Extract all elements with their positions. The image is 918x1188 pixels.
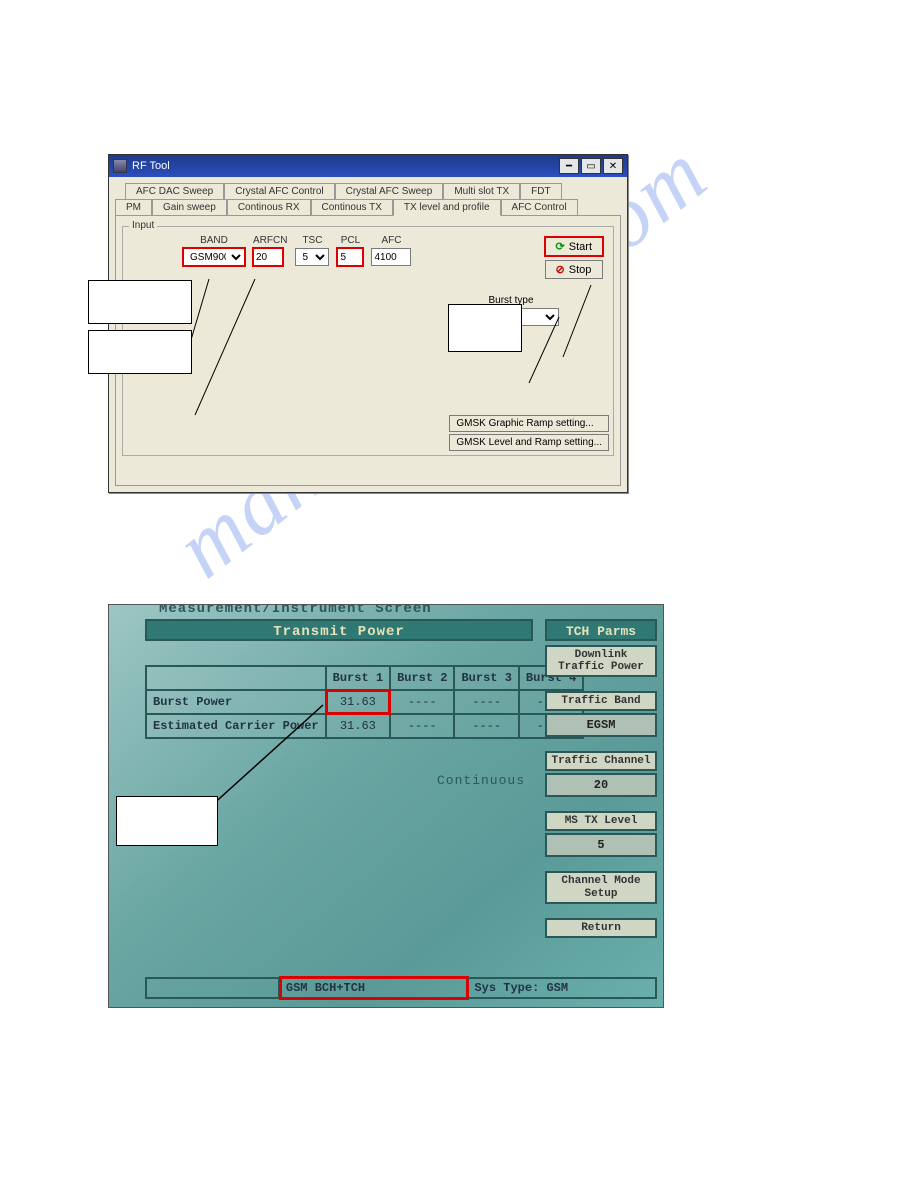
softkey-ms-tx-level[interactable]: MS TX Level <box>545 811 657 831</box>
callout-box-1 <box>88 280 192 324</box>
tab-pm[interactable]: PM <box>115 199 152 215</box>
afc-input[interactable] <box>371 248 411 266</box>
est-carrier-b2: ---- <box>390 714 454 738</box>
burst-power-b2: ---- <box>390 690 454 714</box>
screen-header: Measurement/Instrument Screen <box>159 604 432 617</box>
est-carrier-b1: 31.63 <box>326 714 390 738</box>
label-arfcn: ARFCN <box>253 235 287 246</box>
softkey-channel-mode-setup[interactable]: Channel Mode Setup <box>545 871 657 903</box>
status-cell-empty <box>145 977 280 999</box>
col-burst3: Burst 3 <box>454 666 518 690</box>
tab-multi-slot-tx[interactable]: Multi slot TX <box>443 183 520 199</box>
status-bar: GSM BCH+TCH Sys Type: GSM <box>145 977 657 999</box>
callout-box-2 <box>88 330 192 374</box>
callout-box-3 <box>448 304 522 352</box>
field-band: BAND GSM900 <box>183 235 245 266</box>
field-pcl: PCL <box>337 235 363 266</box>
stop-icon: ⊘ <box>556 263 565 276</box>
traffic-channel-value: 20 <box>545 773 657 797</box>
table-row: Burst Power 31.63 ---- ---- ---- <box>146 690 583 714</box>
softkey-return[interactable]: Return <box>545 918 657 938</box>
pcl-input[interactable] <box>337 248 363 266</box>
gmsk-level-ramp-button[interactable]: GMSK Level and Ramp setting... <box>449 434 609 451</box>
tsc-select[interactable]: 5 <box>295 248 329 266</box>
tab-fdt[interactable]: FDT <box>520 183 561 199</box>
label-pcl: PCL <box>337 235 363 246</box>
tab-afc-dac-sweep[interactable]: AFC DAC Sweep <box>125 183 224 199</box>
tab-tx-level-profile[interactable]: TX level and profile <box>393 199 501 216</box>
tab-afc-control[interactable]: AFC Control <box>501 199 578 215</box>
burst-power-b3: ---- <box>454 690 518 714</box>
tab-gain-sweep[interactable]: Gain sweep <box>152 199 227 215</box>
transmit-power-table: Burst 1 Burst 2 Burst 3 Burst 4 Burst Po… <box>145 665 584 739</box>
softkey-traffic-channel[interactable]: Traffic Channel <box>545 751 657 771</box>
tab-crystal-afc-control[interactable]: Crystal AFC Control <box>224 183 334 199</box>
panel-title: Transmit Power <box>145 619 533 641</box>
groupbox-input-title: Input <box>129 220 157 231</box>
table-row: Estimated Carrier Power 31.63 ---- ---- … <box>146 714 583 738</box>
row-burst-power-name: Burst Power <box>146 690 326 714</box>
start-button[interactable]: ⟳ Start <box>545 237 603 256</box>
softkey-dl-traffic-power[interactable]: Downlink Traffic Power <box>545 645 657 677</box>
minimize-button[interactable]: ━ <box>559 158 579 174</box>
field-afc: AFC <box>371 235 411 266</box>
burst-power-b1: 31.63 <box>326 690 390 714</box>
tab-crystal-afc-sweep[interactable]: Crystal AFC Sweep <box>335 183 444 199</box>
softkey-traffic-band[interactable]: Traffic Band <box>545 691 657 711</box>
ms-tx-level-value: 5 <box>545 833 657 857</box>
callout-box-4 <box>116 796 218 846</box>
tab-continous-tx[interactable]: Continous TX <box>311 199 393 215</box>
label-afc: AFC <box>371 235 411 246</box>
gmsk-graphic-ramp-button[interactable]: GMSK Graphic Ramp setting... <box>449 415 609 432</box>
side-title: TCH Parms <box>545 619 657 641</box>
label-tsc: TSC <box>295 235 329 246</box>
status-mode: GSM BCH+TCH <box>280 977 469 999</box>
status-sys-type: Sys Type: GSM <box>468 977 657 999</box>
app-icon <box>113 159 127 173</box>
est-carrier-b3: ---- <box>454 714 518 738</box>
stop-button[interactable]: ⊘ Stop <box>545 260 603 279</box>
row-est-carrier-name: Estimated Carrier Power <box>146 714 326 738</box>
label-band: BAND <box>183 235 245 246</box>
stop-button-label: Stop <box>569 264 592 276</box>
close-button[interactable]: ✕ <box>603 158 623 174</box>
band-select[interactable]: GSM900 <box>183 248 245 266</box>
col-burst2: Burst 2 <box>390 666 454 690</box>
titlebar: RF Tool ━ ▭ ✕ <box>109 155 627 177</box>
start-button-label: Start <box>569 241 592 253</box>
traffic-band-value: EGSM <box>545 713 657 737</box>
window-title: RF Tool <box>132 160 170 172</box>
arfcn-input[interactable] <box>253 248 283 266</box>
col-burst1: Burst 1 <box>326 666 390 690</box>
field-tsc: TSC 5 <box>295 235 329 266</box>
field-arfcn: ARFCN <box>253 235 287 266</box>
tab-continous-rx[interactable]: Continous RX <box>227 199 311 215</box>
mode-label: Continuous <box>437 773 525 788</box>
maximize-button[interactable]: ▭ <box>581 158 601 174</box>
groupbox-input: Input BAND GSM900 ARFCN <box>122 226 614 456</box>
refresh-icon: ⟳ <box>556 240 565 253</box>
